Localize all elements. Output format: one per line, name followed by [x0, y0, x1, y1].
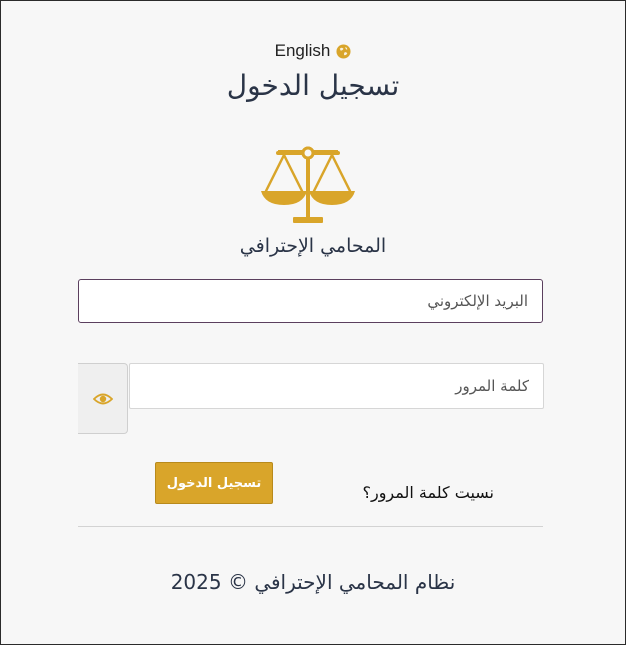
toggle-password-visibility-button[interactable] — [78, 363, 128, 434]
eye-icon[interactable] — [92, 392, 113, 406]
page-title: تسجيل الدخول — [226, 69, 400, 102]
divider — [78, 526, 543, 527]
language-label[interactable]: English — [275, 41, 331, 61]
login-page: English تسجيل الدخول المحامي الإحترافي ا… — [0, 0, 626, 645]
footer-copyright: نظام المحامي الإحترافي © 2025 — [170, 570, 456, 594]
login-button[interactable]: تسجيل الدخول — [155, 462, 273, 504]
brand-name: المحامي الإحترافي — [239, 235, 387, 257]
password-field-container — [129, 363, 544, 409]
email-field-container — [78, 279, 543, 323]
email-field[interactable] — [79, 280, 542, 322]
password-field[interactable] — [130, 364, 543, 408]
scales-of-justice-icon — [257, 143, 359, 227]
globe-icon[interactable] — [336, 43, 351, 59]
forgot-password-link[interactable]: نسيت كلمة المرور؟ — [301, 483, 494, 502]
language-toggle[interactable]: English — [1, 41, 625, 61]
